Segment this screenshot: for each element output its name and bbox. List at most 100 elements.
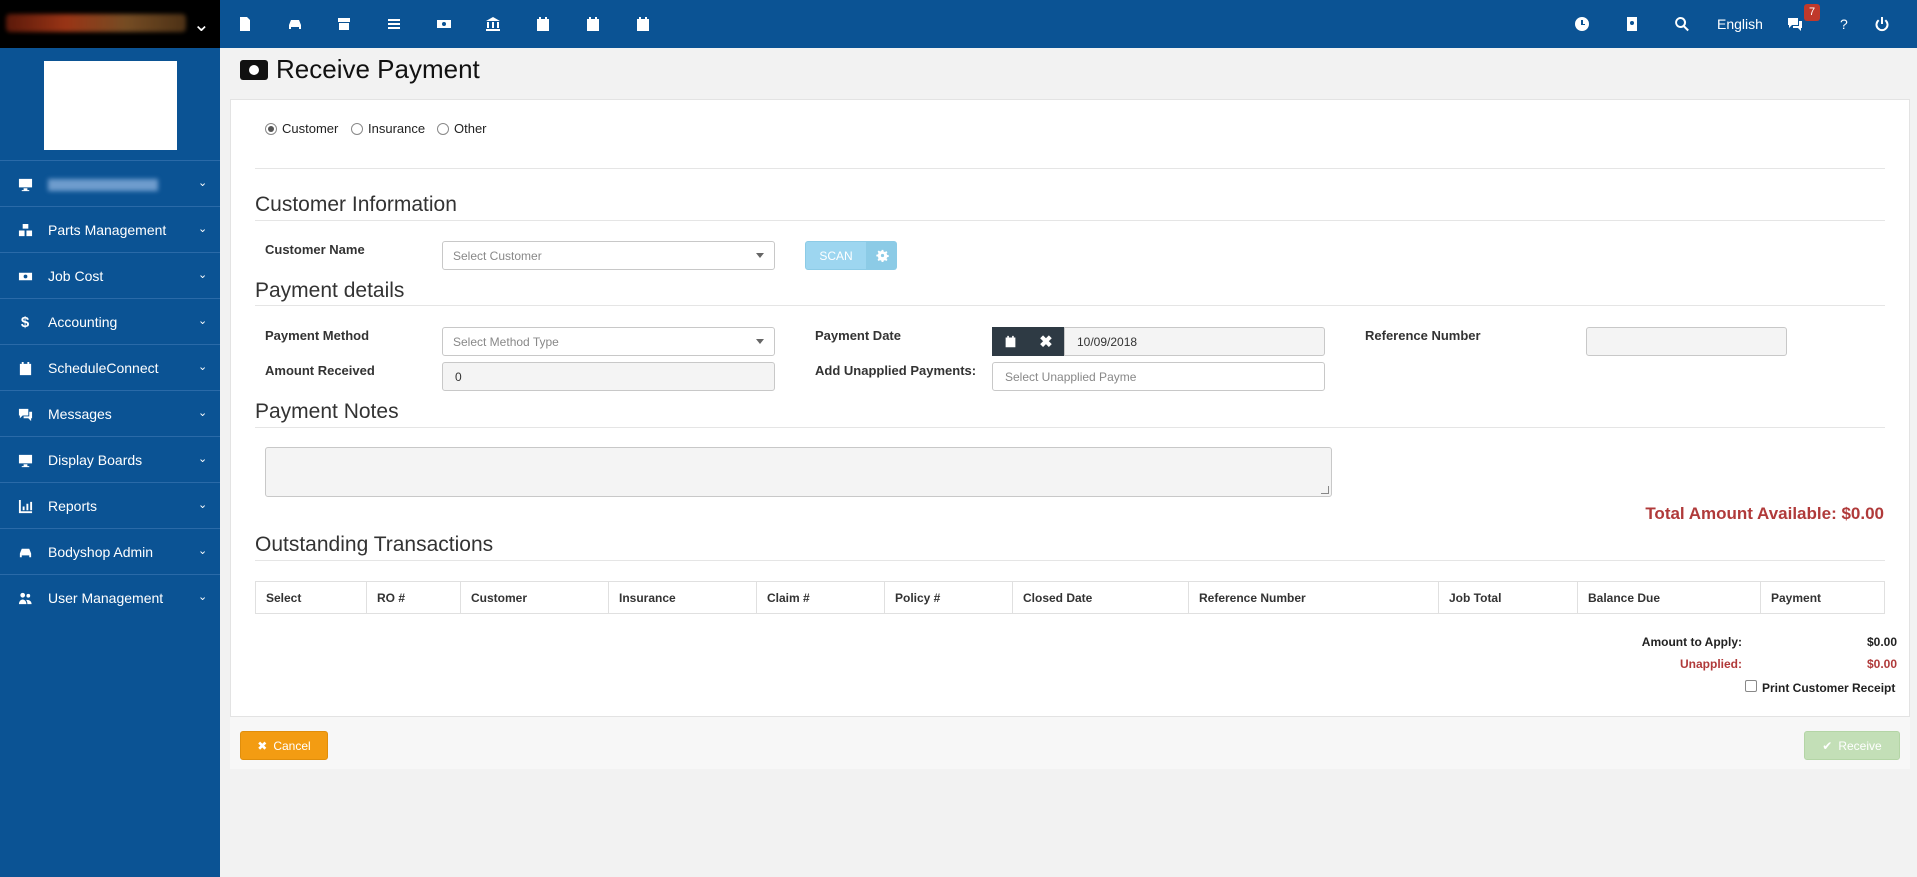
chat-icon (17, 406, 33, 422)
radio-customer[interactable]: Customer (265, 121, 338, 136)
column-header-payment[interactable]: Payment (1760, 581, 1885, 614)
radio-other[interactable]: Other (437, 121, 487, 136)
shop-logo (44, 61, 177, 150)
column-header-policy[interactable]: Policy # (884, 581, 1013, 614)
sidebar-item-accounting[interactable]: $ Accounting ⌄ (0, 298, 220, 344)
chevron-down-icon: ⌄ (198, 453, 208, 465)
radio-button[interactable] (265, 122, 277, 135)
column-header-closed-date[interactable]: Closed Date (1012, 581, 1189, 614)
radio-insurance[interactable]: Insurance (351, 121, 425, 136)
column-header-insurance[interactable]: Insurance (608, 581, 757, 614)
search-icon[interactable] (1670, 12, 1694, 36)
page-title: Receive Payment (240, 54, 480, 85)
car-icon[interactable] (283, 12, 307, 36)
divider (255, 305, 1885, 306)
top-navbar: ⌄ English 7 ? (0, 0, 1917, 48)
receive-button[interactable]: ✔ Receive (1804, 731, 1900, 760)
power-icon[interactable] (1870, 12, 1894, 36)
payment-method-label: Payment Method (265, 328, 370, 343)
outstanding-transactions-table: Select RO # Customer Insurance Claim # P… (255, 581, 1885, 614)
radio-label: Insurance (368, 121, 426, 136)
chevron-down-icon: ⌄ (198, 407, 208, 419)
sidebar-item-user-management[interactable]: User Management ⌄ (0, 574, 220, 620)
money-icon (240, 59, 268, 80)
customer-select[interactable]: Select Customer (442, 241, 775, 270)
sidebar-item-messages[interactable]: Messages ⌄ (0, 390, 220, 436)
column-header-claim[interactable]: Claim # (756, 581, 885, 614)
column-header-ro[interactable]: RO # (366, 581, 461, 614)
gear-icon (875, 249, 889, 262)
brand-switcher[interactable]: ⌄ (0, 0, 220, 48)
language-selector[interactable]: English (1717, 16, 1763, 32)
open-calendar-button[interactable] (992, 327, 1028, 356)
car-icon (17, 544, 33, 560)
scan-button[interactable]: SCAN (805, 241, 867, 270)
bank-icon[interactable] (481, 12, 505, 36)
scan-settings-button[interactable] (867, 241, 897, 270)
check-icon: ✔ (1822, 738, 1833, 753)
column-header-select[interactable]: Select (255, 581, 367, 614)
calendar-icon[interactable] (631, 12, 655, 36)
chevron-down-icon: ⌄ (198, 269, 208, 281)
calendar-check-icon[interactable] (531, 12, 555, 36)
archive-icon[interactable] (332, 12, 356, 36)
monitor-icon (17, 176, 33, 192)
sidebar-item-label: Messages (48, 406, 112, 422)
resize-handle[interactable] (1321, 486, 1329, 494)
list-icon[interactable] (382, 12, 406, 36)
reference-number-label: Reference Number (1365, 328, 1481, 343)
page-title-text: Receive Payment (276, 54, 480, 84)
amount-to-apply-value: $0.00 (1866, 635, 1897, 649)
sidebar-item-shop[interactable]: ⌄ (0, 160, 220, 206)
divider (255, 220, 1885, 221)
chevron-down-icon (756, 253, 764, 258)
payment-method-placeholder: Select Method Type (453, 335, 559, 349)
money-icon (17, 268, 33, 284)
chevron-down-icon: ⌄ (198, 177, 208, 189)
payment-date-input[interactable]: 10/09/2018 (1064, 327, 1325, 356)
column-header-reference-number[interactable]: Reference Number (1188, 581, 1439, 614)
add-unapplied-label: Add Unapplied Payments: (815, 363, 977, 378)
estimate-icon[interactable] (233, 12, 257, 36)
contact-book-icon[interactable] (1620, 12, 1644, 36)
chart-icon (17, 498, 33, 514)
sidebar-item-reports[interactable]: Reports ⌄ (0, 482, 220, 528)
print-receipt-checkbox[interactable] (1745, 680, 1757, 692)
radio-button[interactable] (351, 122, 363, 135)
total-amount-available: Total Amount Available: $0.00 (1645, 504, 1884, 523)
payment-notes-textarea[interactable] (265, 447, 1332, 497)
clock-icon[interactable] (1570, 12, 1594, 36)
cancel-button[interactable]: ✖ Cancel (240, 731, 328, 760)
receive-button-label: Receive (1838, 738, 1882, 753)
section-title-payment-notes: Payment Notes (255, 400, 399, 423)
amount-received-input[interactable]: 0 (442, 362, 775, 391)
sidebar-item-job-cost[interactable]: Job Cost ⌄ (0, 252, 220, 298)
section-title-customer-information: Customer Information (255, 193, 457, 216)
payment-method-select[interactable]: Select Method Type (442, 327, 775, 356)
sidebar-item-scheduleconnect[interactable]: ScheduleConnect ⌄ (0, 344, 220, 390)
clear-date-button[interactable]: ✖ (1028, 327, 1064, 356)
sidebar-item-bodyshop-admin[interactable]: Bodyshop Admin ⌄ (0, 528, 220, 574)
column-header-customer[interactable]: Customer (460, 581, 609, 614)
money-icon[interactable] (432, 12, 456, 36)
column-header-job-total[interactable]: Job Total (1438, 581, 1578, 614)
payment-date-label: Payment Date (815, 328, 901, 343)
sidebar-item-parts-management[interactable]: Parts Management ⌄ (0, 206, 220, 252)
print-receipt-label: Print Customer Receipt (1762, 681, 1896, 695)
sidebar-item-label: ScheduleConnect (48, 360, 159, 376)
help-button[interactable]: ? (1840, 16, 1848, 32)
radio-button[interactable] (437, 122, 449, 135)
sidebar-item-display-boards[interactable]: Display Boards ⌄ (0, 436, 220, 482)
messages-count-badge: 7 (1804, 4, 1820, 21)
sidebar-item-label: User Management (48, 590, 164, 606)
chevron-down-icon: ⌄ (198, 499, 208, 511)
chevron-down-icon: ⌄ (198, 361, 208, 373)
dollar-icon: $ (20, 313, 30, 331)
column-header-balance-due[interactable]: Balance Due (1577, 581, 1761, 614)
calendar-plus-icon[interactable] (581, 12, 605, 36)
reference-number-input[interactable] (1586, 327, 1787, 356)
sidebar-item-label: Accounting (48, 314, 118, 330)
unapplied-payments-input[interactable]: Select Unapplied Payme (992, 362, 1325, 391)
radio-label: Other (454, 121, 487, 136)
cubes-icon (17, 222, 33, 238)
